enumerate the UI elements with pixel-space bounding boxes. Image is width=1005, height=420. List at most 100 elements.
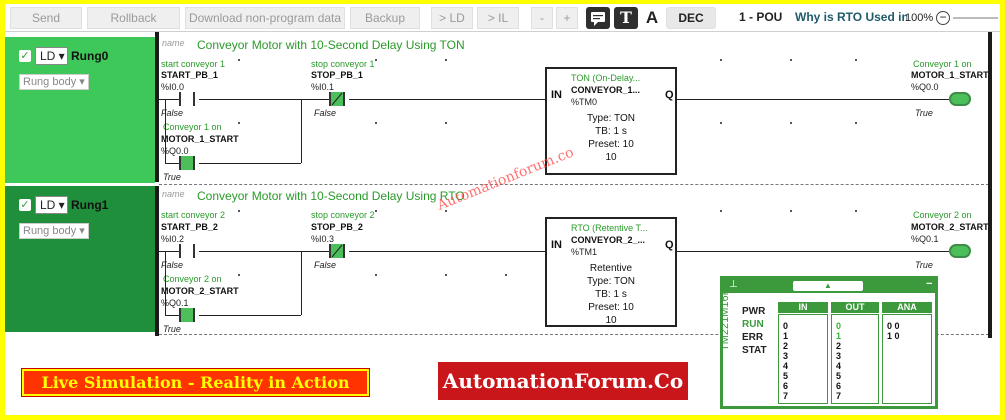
motor-1-latch-state: True <box>163 172 181 182</box>
motor-2-coil-comment: Conveyor 2 on <box>913 210 972 220</box>
out-bit: 5 <box>836 371 842 381</box>
out-column: 0 1 2 3 4 5 6 7 <box>831 314 879 404</box>
zoom-out-button[interactable]: - <box>531 7 553 29</box>
backup-button[interactable]: Backup <box>350 7 420 29</box>
ton-block-name: CONVEYOR_1... <box>571 85 641 95</box>
rung0-name-field[interactable]: name <box>162 38 185 48</box>
automationforum-banner: AutomationForum.Co <box>438 362 688 400</box>
out-bit: 7 <box>836 391 842 401</box>
rto-timer-block[interactable]: RTO (Retentive T... CONVEYOR_2_... %TM1 … <box>545 217 677 327</box>
motor-1-latch-name: MOTOR_1_START <box>161 134 239 144</box>
ton-block-q-pin: Q <box>665 89 674 101</box>
send-button[interactable]: Send <box>10 7 82 29</box>
rung0-body-select[interactable]: Rung body ▾ <box>19 74 89 90</box>
in-bit: 5 <box>783 371 789 381</box>
rung0-enable-checkbox[interactable]: ✓ <box>19 50 31 62</box>
out-bit: 4 <box>836 361 842 371</box>
in-bit: 1 <box>783 331 789 341</box>
motor-1-coil-name: MOTOR_1_START <box>911 70 989 80</box>
start-pb-1-address: %I0.0 <box>161 82 185 92</box>
motor-2-latch-comment: Conveyor 2 on <box>163 274 222 284</box>
in-bit: 3 <box>783 351 789 361</box>
watermark-text: Automationforum.co <box>435 144 577 214</box>
collapse-icon[interactable]: ▲ <box>793 281 863 291</box>
motor-1-coil-comment: Conveyor 1 on <box>913 59 972 69</box>
panel-title-bar[interactable]: ⊥ ▲ − <box>723 278 935 293</box>
stop-pb-2-state: False <box>314 260 337 270</box>
motor-2-coil-state: True <box>915 260 933 270</box>
out-bit-on: 0 <box>836 321 842 331</box>
in-bit: 4 <box>783 361 789 371</box>
zoom-in-button[interactable]: + <box>556 7 578 29</box>
ton-block-address: %TM0 <box>571 97 598 107</box>
minimize-icon[interactable]: − <box>926 278 932 290</box>
convert-to-il-button[interactable]: > IL <box>477 7 519 29</box>
ton-block-type: Type: TON <box>587 113 635 124</box>
stop-pb-1-nc-contact[interactable] <box>329 92 345 106</box>
rung1-name: Rung1 <box>71 198 109 212</box>
rto-block-in-pin: IN <box>551 239 562 251</box>
stop-pb-1-comment: stop conveyor 1 <box>311 59 375 69</box>
motor-2-coil-address: %Q0.1 <box>911 234 939 244</box>
motor-1-latch-comment: Conveyor 1 on <box>163 122 222 132</box>
run-label: RUN <box>742 319 764 330</box>
stop-pb-2-address: %I0.3 <box>311 234 335 244</box>
ana-column: 0 0 1 0 <box>882 314 932 404</box>
start-pb-2-comment: start conveyor 2 <box>161 210 226 220</box>
stop-pb-2-nc-contact[interactable] <box>329 244 345 258</box>
rung0-title: Conveyor Motor with 10-Second Delay Usin… <box>197 38 465 52</box>
ana-value: 1 0 <box>887 331 900 341</box>
rung0-language-select[interactable]: LD ▾ <box>35 47 68 65</box>
rto-block-address: %TM1 <box>571 247 598 257</box>
rto-block-title: RTO (Retentive T... <box>571 223 648 233</box>
font-size-icon[interactable]: A <box>642 7 662 29</box>
rung1-language-select[interactable]: LD ▾ <box>35 196 68 214</box>
rto-block-timebase: TB: 1 s <box>595 289 627 300</box>
rollback-button[interactable]: Rollback <box>87 7 180 29</box>
stop-pb-2-comment: stop conveyor 2 <box>311 210 375 220</box>
start-pb-2-contact[interactable] <box>179 244 195 258</box>
start-pb-1-comment: start conveyor 1 <box>161 59 226 69</box>
text-format-icon[interactable]: T <box>614 7 638 29</box>
start-pb-1-contact[interactable] <box>179 92 195 106</box>
convert-to-ld-button[interactable]: > LD <box>431 7 473 29</box>
rung1-body-select[interactable]: Rung body ▾ <box>19 223 89 239</box>
pwr-label: PWR <box>742 306 766 317</box>
motor-2-latch-contact[interactable] <box>179 308 195 322</box>
download-non-program-data-button[interactable]: Download non-program data <box>185 7 345 29</box>
plc-model: TM221M16R/G <box>719 275 731 351</box>
zoom-slider[interactable] <box>953 17 998 19</box>
motor-1-latch-contact[interactable] <box>179 156 195 170</box>
motor-1-output-coil[interactable] <box>943 92 971 106</box>
live-simulation-banner: Live Simulation - Reality in Action <box>21 368 370 397</box>
dec-format-button[interactable]: DEC <box>666 7 716 29</box>
motor-2-coil-name: MOTOR_2_START <box>911 222 989 232</box>
ana-value: 0 0 <box>887 321 900 331</box>
err-label: ERR <box>742 332 764 343</box>
rung1-name-field[interactable]: name <box>162 189 185 199</box>
pou-label: 1 - POU <box>739 10 783 24</box>
zoom-minus-icon[interactable]: − <box>936 11 950 25</box>
plc-status-panel[interactable]: ⊥ ▲ − TM221M16R/G PWR RUN ERR STAT IN OU… <box>719 275 938 409</box>
toolbar: Send Rollback Download non-program data … <box>5 4 1000 32</box>
plc-editor-window: Send Rollback Download non-program data … <box>5 4 1000 415</box>
rto-block-preset: Preset: 10 <box>588 302 634 313</box>
ton-block-in-pin: IN <box>551 89 562 101</box>
start-pb-1-name: START_PB_1 <box>161 70 218 80</box>
stop-pb-1-name: STOP_PB_1 <box>311 70 363 80</box>
ana-header: ANA <box>882 302 932 313</box>
stop-pb-1-state: False <box>314 108 337 118</box>
out-header: OUT <box>831 302 879 313</box>
start-pb-2-address: %I0.2 <box>161 234 185 244</box>
in-column: 0 1 2 3 4 5 6 7 <box>778 314 828 404</box>
motor-2-output-coil[interactable] <box>943 244 971 258</box>
motor-2-latch-state: True <box>163 324 181 334</box>
in-bit: 2 <box>783 341 789 351</box>
comment-icon[interactable] <box>586 7 610 29</box>
ton-block-title: TON (On-Delay... <box>571 73 641 83</box>
rung1-enable-checkbox[interactable]: ✓ <box>19 199 31 211</box>
rung0-header: ✓ LD ▾ Rung0 Rung body ▾ <box>5 37 155 183</box>
ton-block-timebase: TB: 1 s <box>595 126 627 137</box>
in-header: IN <box>778 302 828 313</box>
rto-block-mode: Retentive <box>589 263 633 274</box>
